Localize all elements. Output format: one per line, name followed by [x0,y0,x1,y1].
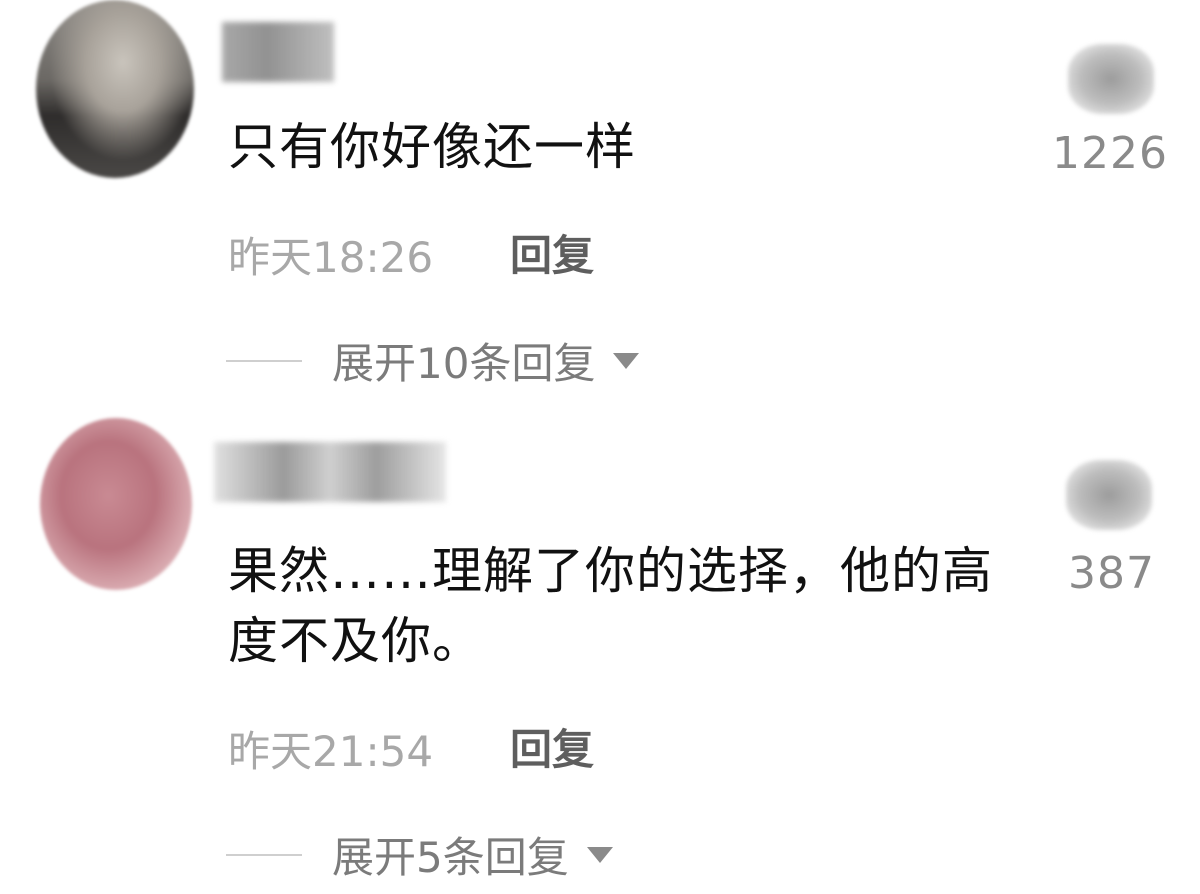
caret-down-icon [586,846,613,863]
username-blurred[interactable] [222,22,334,82]
username-blurred[interactable] [214,442,446,502]
comment-text: 只有你好像还一样 [228,118,636,176]
comment-text: 果然……理解了你的选择，他的高度不及你。 [228,542,993,670]
comment-timestamp: 昨天21:54 [228,727,434,776]
caret-down-icon [613,352,640,369]
avatar[interactable] [36,0,194,178]
expand-replies-label: 展开10条回复 [332,339,596,388]
like-count: 387 [1068,548,1155,599]
like-count: 1226 [1052,128,1168,179]
reply-button[interactable]: 回复 [510,716,594,777]
avatar[interactable] [40,418,192,590]
thumbs-up-icon[interactable] [1068,44,1154,114]
expand-replies-button[interactable]: 展开10条回复 [226,330,640,391]
expand-replies-label: 展开5条回复 [332,833,569,882]
divider-line [226,853,302,856]
expand-replies-button[interactable]: 展开5条回复 [226,824,613,885]
divider-line [226,359,302,362]
reply-button[interactable]: 回复 [510,222,594,283]
thumbs-up-icon[interactable] [1066,460,1152,530]
comment-timestamp: 昨天18:26 [228,233,434,282]
